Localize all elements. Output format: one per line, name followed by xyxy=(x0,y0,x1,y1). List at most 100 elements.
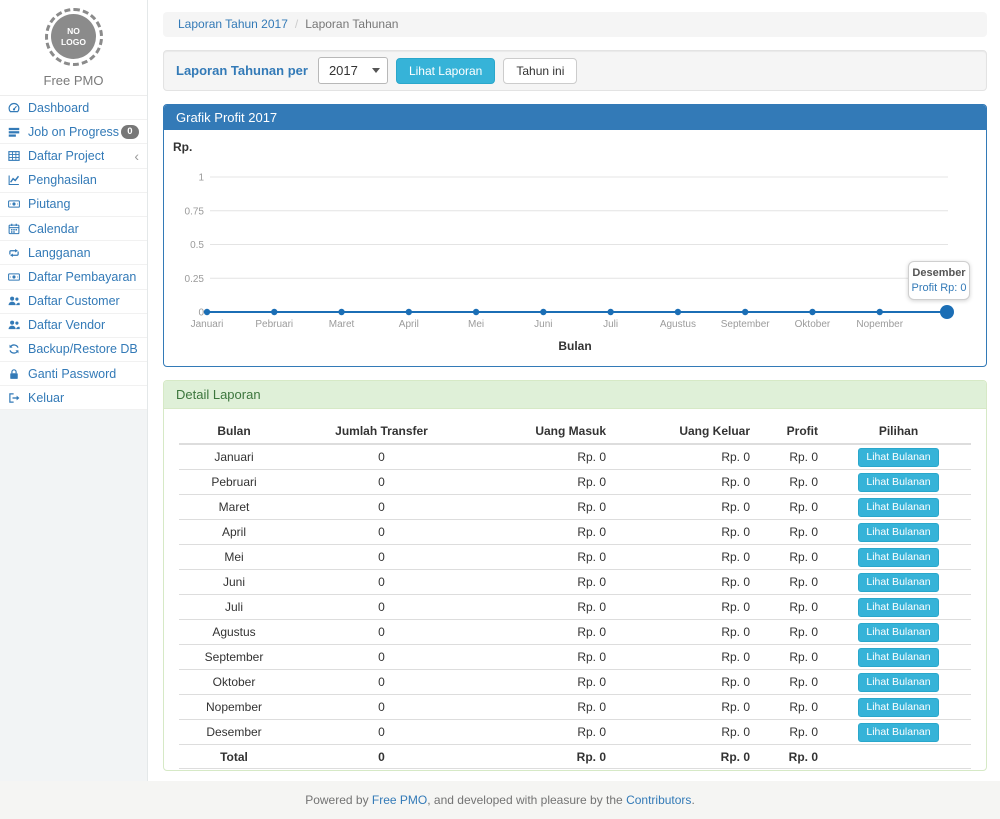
profit-line-chart[interactable]: 00.250.50.751JanuariPebruariMaretAprilMe… xyxy=(164,130,986,340)
table-row: Oktober0Rp. 0Rp. 0Rp. 0Lihat Bulanan xyxy=(179,670,971,695)
x-tick-label: September xyxy=(721,319,771,330)
sidebar-item-backup-restore-db[interactable]: Backup/Restore DB xyxy=(0,338,147,362)
x-tick-label: Pebruari xyxy=(255,319,293,330)
sidebar-item-job-on-progress[interactable]: Job on Progress0 xyxy=(0,120,147,144)
data-point[interactable] xyxy=(742,309,748,315)
sidebar-item-langganan[interactable]: Langganan xyxy=(0,241,147,265)
table-cell: Rp. 0 xyxy=(474,570,614,595)
lihat-bulanan-button[interactable]: Lihat Bulanan xyxy=(858,673,938,692)
breadcrumb-current: Laporan Tahunan xyxy=(305,17,398,31)
table-cell: Januari xyxy=(179,444,289,470)
data-point[interactable] xyxy=(540,309,546,315)
sidebar-item-daftar-vendor[interactable]: Daftar Vendor xyxy=(0,314,147,338)
table-cell-action: Lihat Bulanan xyxy=(826,570,971,595)
sign-out-icon xyxy=(8,392,23,404)
table-cell: Rp. 0 xyxy=(614,520,758,545)
x-tick-label: Juni xyxy=(534,319,552,330)
table-cell: Rp. 0 xyxy=(614,695,758,720)
sidebar-item-keluar[interactable]: Keluar xyxy=(0,386,147,410)
main-content: Laporan Tahun 2017/Laporan Tahunan Lapor… xyxy=(163,0,987,781)
x-axis-title: Bulan xyxy=(164,339,986,353)
filter-label: Laporan Tahunan per xyxy=(176,63,308,78)
tahun-ini-button[interactable]: Tahun ini xyxy=(503,58,577,84)
table-cell: Rp. 0 xyxy=(474,695,614,720)
table-cell: Rp. 0 xyxy=(474,444,614,470)
data-point[interactable] xyxy=(809,309,815,315)
lihat-bulanan-button[interactable]: Lihat Bulanan xyxy=(858,723,938,742)
column-header: Profit xyxy=(758,419,826,444)
data-point[interactable] xyxy=(406,309,412,315)
table-cell: Rp. 0 xyxy=(758,670,826,695)
sidebar-item-dashboard[interactable]: Dashboard xyxy=(0,96,147,120)
table-cell-action: Lihat Bulanan xyxy=(826,620,971,645)
lihat-bulanan-button[interactable]: Lihat Bulanan xyxy=(858,698,938,717)
table-cell: Rp. 0 xyxy=(614,470,758,495)
contributors-link[interactable]: Contributors xyxy=(626,793,691,807)
table-cell: Rp. 0 xyxy=(758,695,826,720)
column-header: Uang Keluar xyxy=(614,419,758,444)
tasks-icon xyxy=(8,126,23,138)
retweet-icon xyxy=(8,247,23,259)
sidebar-item-ganti-password[interactable]: Ganti Password xyxy=(0,362,147,386)
table-cell: Rp. 0 xyxy=(474,670,614,695)
lihat-bulanan-button[interactable]: Lihat Bulanan xyxy=(858,573,938,592)
data-point[interactable] xyxy=(877,309,883,315)
lihat-bulanan-button[interactable]: Lihat Bulanan xyxy=(858,598,938,617)
count-badge: 0 xyxy=(121,125,139,139)
table-cell: Rp. 0 xyxy=(758,745,826,769)
table-cell: Rp. 0 xyxy=(474,495,614,520)
table-cell-action: Lihat Bulanan xyxy=(826,444,971,470)
lihat-bulanan-button[interactable]: Lihat Bulanan xyxy=(858,448,938,467)
table-row: April0Rp. 0Rp. 0Rp. 0Lihat Bulanan xyxy=(179,520,971,545)
table-cell: Rp. 0 xyxy=(474,620,614,645)
lihat-bulanan-button[interactable]: Lihat Bulanan xyxy=(858,548,938,567)
sidebar-item-daftar-pembayaran[interactable]: Daftar Pembayaran xyxy=(0,265,147,289)
sidebar-item-piutang[interactable]: Piutang xyxy=(0,193,147,217)
table-row: Pebruari0Rp. 0Rp. 0Rp. 0Lihat Bulanan xyxy=(179,470,971,495)
table-cell: Rp. 0 xyxy=(474,545,614,570)
sidebar-item-label: Backup/Restore DB xyxy=(28,342,138,356)
data-point[interactable] xyxy=(675,309,681,315)
data-point[interactable] xyxy=(940,305,954,319)
calendar-icon xyxy=(8,223,23,235)
lihat-bulanan-button[interactable]: Lihat Bulanan xyxy=(858,473,938,492)
data-point[interactable] xyxy=(473,309,479,315)
sidebar-item-daftar-project[interactable]: Daftar Project‹ xyxy=(0,144,147,168)
data-point[interactable] xyxy=(338,309,344,315)
tooltip-title: Desember xyxy=(911,267,967,279)
no-logo-badge: NO LOGO xyxy=(45,8,103,66)
sidebar-item-penghasilan[interactable]: Penghasilan xyxy=(0,169,147,193)
lihat-laporan-button[interactable]: Lihat Laporan xyxy=(396,58,495,84)
table-cell: Nopember xyxy=(179,695,289,720)
table-cell: Rp. 0 xyxy=(758,495,826,520)
sidebar-item-label: Daftar Pembayaran xyxy=(28,270,136,284)
table-cell: Rp. 0 xyxy=(614,495,758,520)
year-select[interactable]: 2017 xyxy=(318,57,388,84)
lihat-bulanan-button[interactable]: Lihat Bulanan xyxy=(858,623,938,642)
data-point[interactable] xyxy=(607,309,613,315)
lihat-bulanan-button[interactable]: Lihat Bulanan xyxy=(858,648,938,667)
table-cell: Rp. 0 xyxy=(614,444,758,470)
free-pmo-link[interactable]: Free PMO xyxy=(372,793,427,807)
breadcrumb-link[interactable]: Laporan Tahun 2017 xyxy=(178,17,288,31)
data-point[interactable] xyxy=(204,309,210,315)
sidebar-item-label: Job on Progress xyxy=(28,125,119,139)
sidebar-item-label: Daftar Project xyxy=(28,149,104,163)
table-cell: 0 xyxy=(289,670,474,695)
users-icon xyxy=(8,295,23,307)
y-axis-title: Rp. xyxy=(173,140,192,154)
table-row: Desember0Rp. 0Rp. 0Rp. 0Lihat Bulanan xyxy=(179,720,971,745)
logo-box: NO LOGO Free PMO xyxy=(0,0,147,96)
sidebar-item-label: Piutang xyxy=(28,197,70,211)
lihat-bulanan-button[interactable]: Lihat Bulanan xyxy=(858,523,938,542)
y-tick-label: 1 xyxy=(198,173,204,184)
data-point[interactable] xyxy=(271,309,277,315)
sidebar-item-calendar[interactable]: Calendar xyxy=(0,217,147,241)
lihat-bulanan-button[interactable]: Lihat Bulanan xyxy=(858,498,938,517)
table-cell: Desember xyxy=(179,720,289,745)
x-tick-label: Maret xyxy=(329,319,355,330)
table-cell: 0 xyxy=(289,645,474,670)
sidebar-item-daftar-customer[interactable]: Daftar Customer xyxy=(0,290,147,314)
table-cell: 0 xyxy=(289,470,474,495)
chart-area: 00.250.50.751JanuariPebruariMaretAprilMe… xyxy=(164,130,986,366)
